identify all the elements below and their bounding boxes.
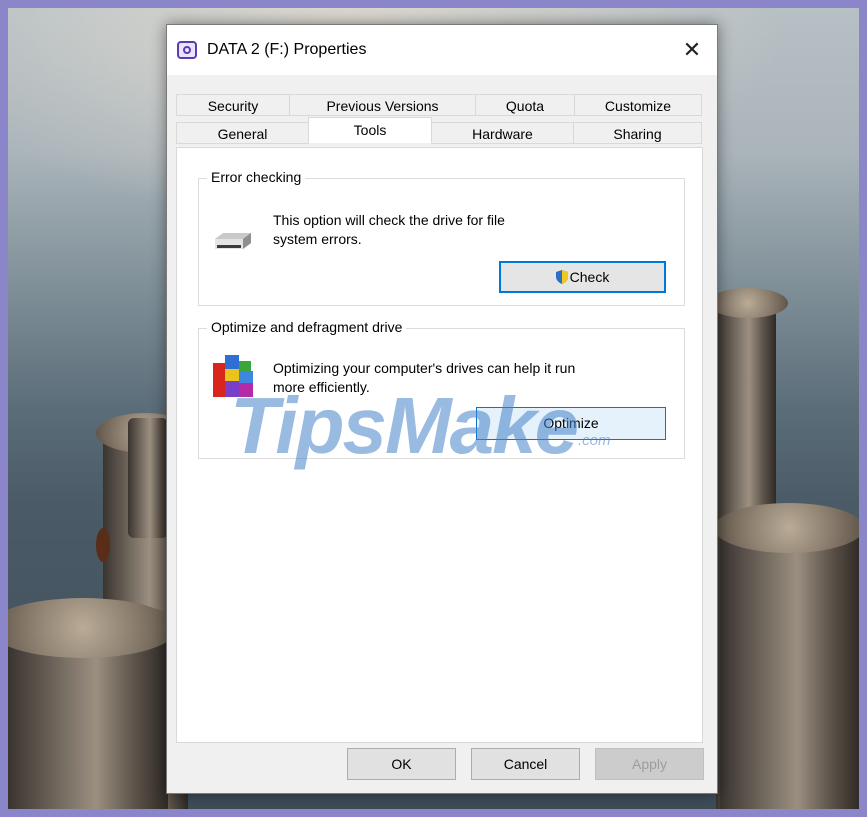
shield-icon — [555, 270, 568, 284]
watermark-domain: .com — [578, 432, 611, 449]
tab-customize[interactable]: Customize — [574, 94, 702, 116]
tab-hardware[interactable]: Hardware — [431, 122, 574, 144]
title-bar: DATA 2 (F:) Properties ✕ — [167, 25, 717, 75]
error-checking-description: This option will check the drive for fil… — [273, 211, 673, 249]
wood-post-right-front — [720, 518, 859, 809]
cancel-button[interactable]: Cancel — [471, 748, 580, 780]
error-checking-line1: This option will check the drive for fil… — [273, 212, 505, 228]
check-button-label: Check — [569, 269, 610, 285]
tab-previous-versions[interactable]: Previous Versions — [289, 94, 476, 116]
error-checking-line2: system errors. — [273, 231, 362, 247]
close-button[interactable]: ✕ — [677, 35, 707, 65]
window-title: DATA 2 (F:) Properties — [207, 41, 367, 58]
tab-general[interactable]: General — [176, 122, 309, 144]
ok-button[interactable]: OK — [347, 748, 456, 780]
tab-quota[interactable]: Quota — [475, 94, 575, 116]
tab-security[interactable]: Security — [176, 94, 290, 116]
post-nail — [96, 528, 110, 562]
drive-properties-icon — [177, 41, 197, 59]
optimize-line1: Optimizing your computer's drives can he… — [273, 360, 576, 376]
wood-post-right-top — [708, 288, 788, 318]
wood-post-right-front-top — [714, 503, 859, 553]
watermark-logo: TipsMake — [230, 381, 579, 470]
error-checking-group: Error checking This option will check th… — [198, 169, 685, 306]
tab-tools[interactable]: Tools — [308, 117, 432, 143]
check-button[interactable]: Check — [499, 261, 666, 293]
apply-button[interactable]: Apply — [595, 748, 704, 780]
tab-sharing[interactable]: Sharing — [573, 122, 702, 144]
hard-drive-icon — [215, 233, 251, 249]
optimize-title: Optimize and defragment drive — [207, 319, 407, 335]
error-checking-title: Error checking — [207, 169, 306, 185]
wood-post-small — [128, 418, 168, 538]
